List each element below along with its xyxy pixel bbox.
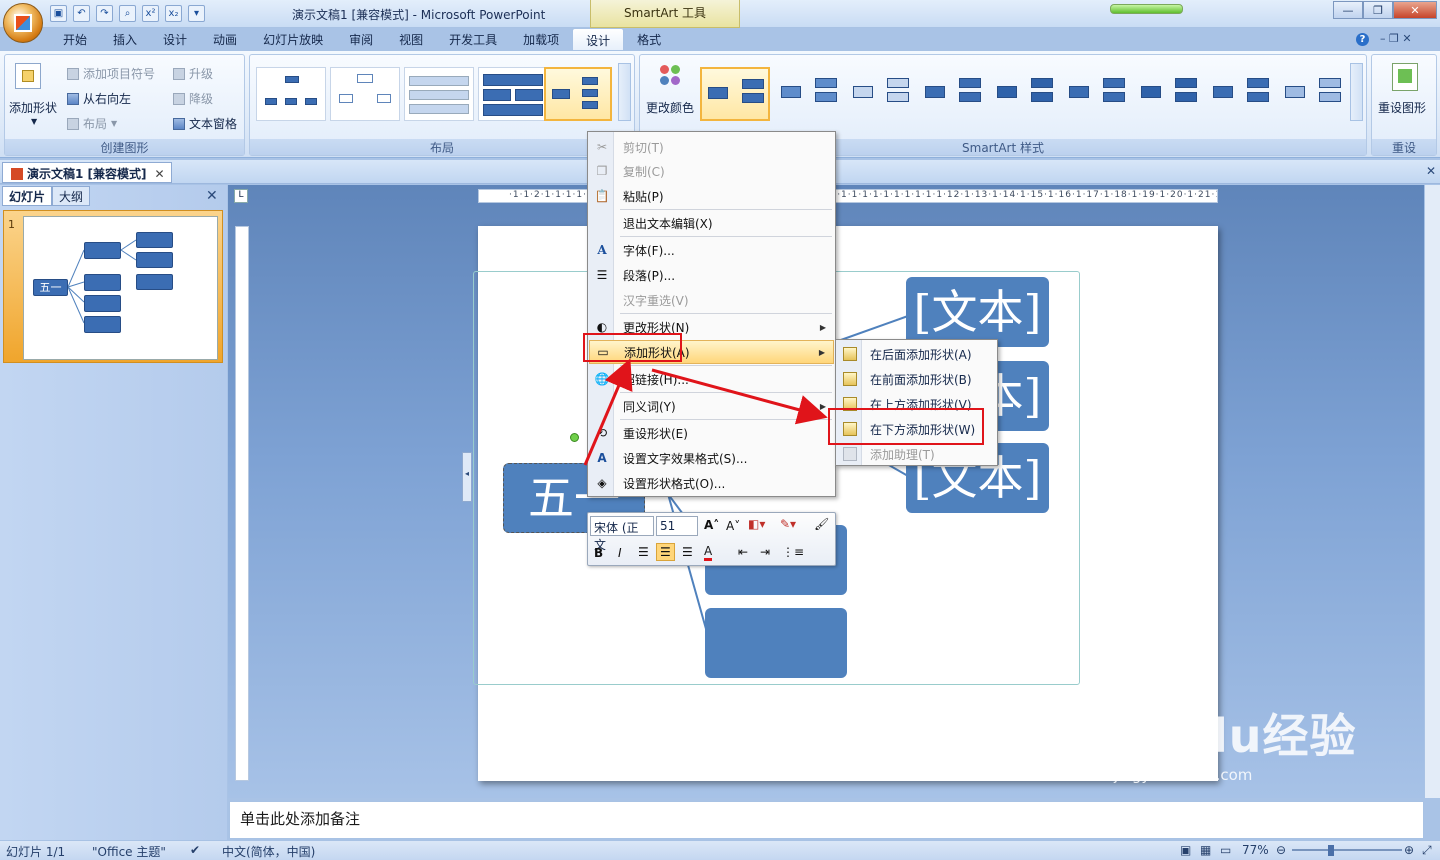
watermark-brand: Baidu经验 [1110, 709, 1357, 763]
shrink-font-icon[interactable]: A˅ [726, 519, 740, 533]
align-center-icon[interactable]: ☰ [656, 543, 675, 561]
italic-icon[interactable]: I [618, 546, 622, 560]
bullets-icon[interactable]: ⋮≡ [782, 545, 804, 559]
fill-color-icon[interactable]: ◧▾ [748, 517, 765, 531]
align-right-icon[interactable]: ☰ [682, 545, 693, 559]
align-left-icon[interactable]: ☰ [638, 545, 649, 559]
font-color-icon[interactable]: A [704, 544, 713, 561]
watermark: Baidu经验 jingyan.baidu.com [1110, 700, 1357, 784]
mini-toolbar: 宋体 (正文 51 A˄ A˅ ◧▾ ✎▾ 🖌 B I ☰ ☰ ☰ A ⇤ ⇥ … [587, 512, 836, 566]
grow-font-icon[interactable]: A˄ [704, 518, 719, 532]
font-size-select[interactable]: 51 [656, 516, 698, 536]
font-name-select[interactable]: 宋体 (正文 [590, 516, 654, 552]
bold-icon[interactable]: B [594, 546, 603, 560]
format-painter-icon[interactable]: 🖌 [814, 517, 829, 531]
watermark-url: jingyan.baidu.com [1114, 766, 1253, 784]
line-color-icon[interactable]: ✎▾ [780, 517, 796, 531]
increase-indent-icon[interactable]: ⇥ [760, 545, 770, 559]
office-button[interactable] [3, 3, 43, 43]
office-logo-icon [14, 14, 32, 32]
decrease-indent-icon[interactable]: ⇤ [738, 545, 748, 559]
